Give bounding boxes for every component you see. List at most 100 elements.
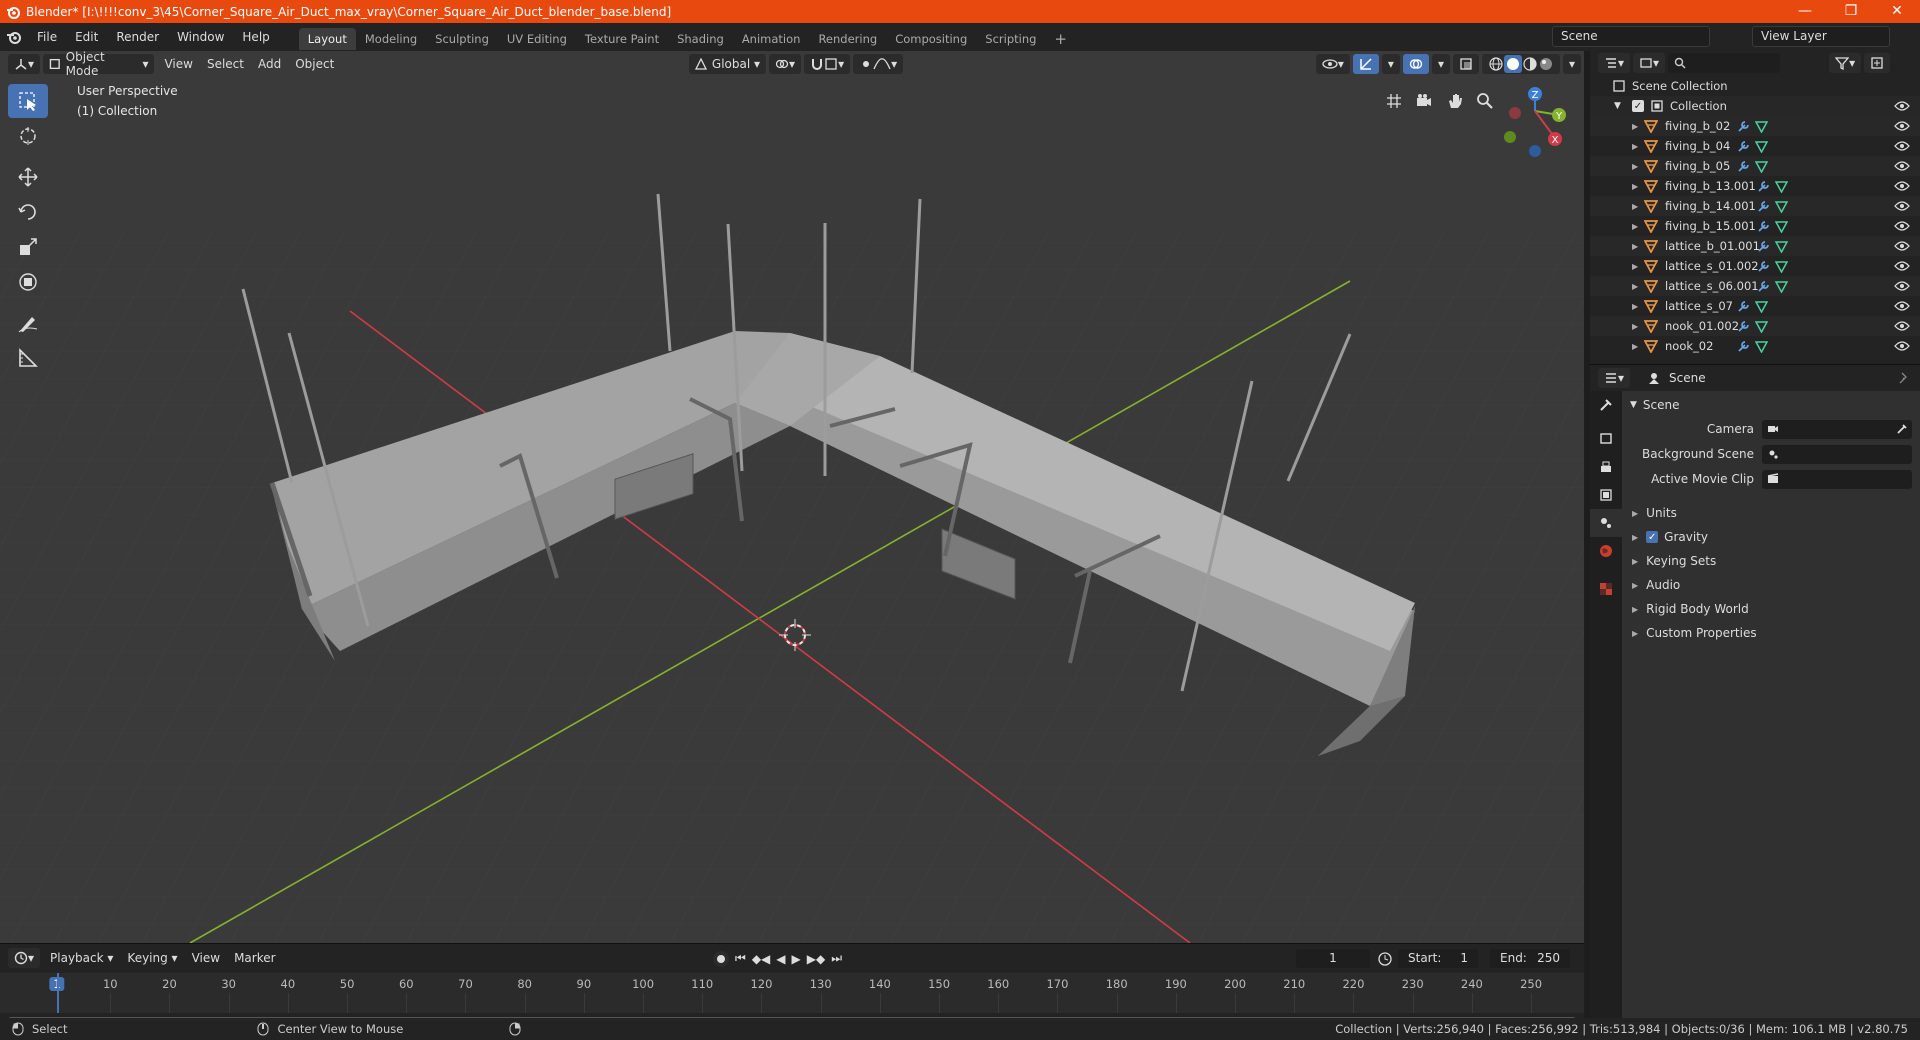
panel-header[interactable]: ▶ Audio: [1622, 573, 1920, 597]
mesh-data-icon[interactable]: [1755, 120, 1768, 133]
annotate-tool[interactable]: [8, 306, 48, 340]
new-collection-button[interactable]: [1864, 53, 1891, 73]
modifier-wrench-icon[interactable]: [1757, 180, 1770, 193]
tab-uv-editing[interactable]: UV Editing: [498, 28, 576, 50]
3d-viewport[interactable]: Z Y X: [0, 51, 1584, 943]
outliner-item-row[interactable]: ▶ lattice_s_06.001: [1590, 276, 1920, 296]
outliner-item-row[interactable]: ▶ fiving_b_13.001: [1590, 176, 1920, 196]
orientation-dropdown[interactable]: Global ▾: [688, 54, 767, 74]
modifier-wrench-icon[interactable]: [1757, 280, 1770, 293]
modifier-wrench-icon[interactable]: [1757, 200, 1770, 213]
camera-field[interactable]: [1762, 419, 1912, 439]
timeline-editor-type-button[interactable]: ▾: [8, 948, 41, 968]
menu-select[interactable]: Select: [200, 57, 251, 71]
pivot-dropdown[interactable]: ▾: [769, 54, 802, 74]
frame-ruler[interactable]: 1102030405060708090100110120130140150160…: [0, 973, 1584, 1013]
tab-shading[interactable]: Shading: [668, 28, 733, 50]
camera-view-button[interactable]: [1411, 88, 1437, 114]
menu-keying[interactable]: Keying ▾: [120, 951, 184, 965]
mesh-data-icon[interactable]: [1775, 180, 1788, 193]
eye-icon[interactable]: [1894, 300, 1910, 312]
play-button[interactable]: ▶: [792, 952, 801, 966]
overlay-dropdown[interactable]: ▾: [1431, 54, 1450, 74]
current-frame-field[interactable]: 1: [1296, 949, 1370, 968]
tab-modeling[interactable]: Modeling: [356, 28, 426, 50]
outliner-item-row[interactable]: ▶ fiving_b_05: [1590, 156, 1920, 176]
modifier-wrench-icon[interactable]: [1737, 300, 1750, 313]
outliner-item-row[interactable]: ▶ nook_02: [1590, 336, 1920, 356]
expand-object-icon[interactable]: ▶: [1632, 282, 1644, 291]
outliner-item-row[interactable]: ▶ lattice_b_01.001: [1590, 236, 1920, 256]
scene-selector[interactable]: Scene: [1552, 26, 1710, 47]
gizmo-toggle[interactable]: [1352, 54, 1379, 74]
expand-object-icon[interactable]: ▶: [1632, 342, 1644, 351]
eye-icon[interactable]: [1894, 320, 1910, 332]
mesh-data-icon[interactable]: [1755, 140, 1768, 153]
panel-header[interactable]: ▶ ✓ Gravity: [1622, 525, 1920, 549]
outliner-item-row[interactable]: ▶ lattice_s_01.002: [1590, 256, 1920, 276]
outliner-item-row[interactable]: ▶ fiving_b_15.001: [1590, 216, 1920, 236]
outliner-item-row[interactable]: ▶ fiving_b_14.001: [1590, 196, 1920, 216]
end-frame-field[interactable]: End: 250: [1490, 949, 1570, 968]
scale-tool[interactable]: [8, 230, 48, 264]
active-movie-clip-field[interactable]: [1762, 469, 1912, 489]
menu-object[interactable]: Object: [288, 57, 341, 71]
modifier-wrench-icon[interactable]: [1737, 320, 1750, 333]
collection-checkbox[interactable]: ✓: [1632, 100, 1644, 112]
overlay-toggle[interactable]: [1402, 54, 1429, 74]
tab-world[interactable]: [1590, 537, 1622, 565]
xray-toggle[interactable]: [1452, 54, 1479, 74]
mesh-data-icon[interactable]: [1755, 340, 1768, 353]
scene-panel-header[interactable]: ▼ Scene: [1622, 393, 1920, 417]
start-frame-field[interactable]: Start: 1: [1398, 949, 1478, 968]
shading-dropdown[interactable]: ▾: [1562, 54, 1581, 74]
expand-object-icon[interactable]: ▶: [1632, 162, 1644, 171]
modifier-wrench-icon[interactable]: [1757, 240, 1770, 253]
expand-object-icon[interactable]: ▶: [1632, 302, 1644, 311]
mesh-data-icon[interactable]: [1775, 200, 1788, 213]
cursor-tool[interactable]: [8, 119, 48, 153]
modifier-wrench-icon[interactable]: [1757, 260, 1770, 273]
gravity-checkbox[interactable]: ✓: [1646, 531, 1659, 543]
filter-dropdown[interactable]: ▾: [1829, 53, 1862, 73]
toggle-grid-view-button[interactable]: [1381, 88, 1407, 114]
menu-help[interactable]: Help: [233, 23, 278, 51]
eye-icon[interactable]: [1894, 180, 1910, 192]
material-shading-icon[interactable]: [1522, 56, 1538, 72]
panel-header[interactable]: ▶ Units: [1622, 501, 1920, 525]
record-button[interactable]: [713, 950, 729, 967]
zoom-view-button[interactable]: [1472, 88, 1498, 114]
expand-object-icon[interactable]: ▶: [1632, 322, 1644, 331]
menu-playback[interactable]: Playback ▾: [43, 951, 120, 965]
scene-collection-row[interactable]: Scene Collection: [1590, 76, 1920, 96]
mesh-data-icon[interactable]: [1755, 300, 1768, 313]
panel-header[interactable]: ▶ Keying Sets: [1622, 549, 1920, 573]
outliner-search-field[interactable]: [1668, 53, 1781, 73]
minimize-button[interactable]: —: [1782, 0, 1828, 23]
modifier-wrench-icon[interactable]: [1737, 140, 1750, 153]
eye-icon[interactable]: [1894, 340, 1910, 352]
move-tool[interactable]: [8, 160, 48, 194]
pan-view-button[interactable]: [1442, 88, 1468, 114]
outliner-item-row[interactable]: ▶ fiving_b_02: [1590, 116, 1920, 136]
blender-menu-icon[interactable]: [6, 29, 22, 45]
expand-object-icon[interactable]: ▶: [1632, 122, 1644, 131]
mode-dropdown[interactable]: Object Mode ▾: [43, 50, 155, 78]
eye-icon[interactable]: [1894, 220, 1910, 232]
tab-scene[interactable]: [1590, 509, 1622, 537]
eye-icon[interactable]: [1894, 200, 1910, 212]
collection-row[interactable]: ▼ ✓ Collection: [1590, 96, 1920, 116]
rendered-shading-icon[interactable]: [1538, 56, 1554, 72]
tab-texture[interactable]: [1590, 575, 1622, 603]
tab-sculpting[interactable]: Sculpting: [426, 28, 498, 50]
rotate-tool[interactable]: [8, 195, 48, 229]
editor-type-button[interactable]: ▾: [8, 54, 41, 74]
menu-marker[interactable]: Marker: [227, 951, 282, 965]
mesh-data-icon[interactable]: [1775, 260, 1788, 273]
use-preview-range-icon[interactable]: [1377, 951, 1393, 967]
background-scene-field[interactable]: [1762, 444, 1912, 464]
tab-view-layer[interactable]: [1590, 481, 1622, 509]
tab-tool[interactable]: [1590, 391, 1622, 419]
select-box-tool[interactable]: [8, 84, 48, 118]
wireframe-shading-icon[interactable]: [1488, 56, 1504, 72]
